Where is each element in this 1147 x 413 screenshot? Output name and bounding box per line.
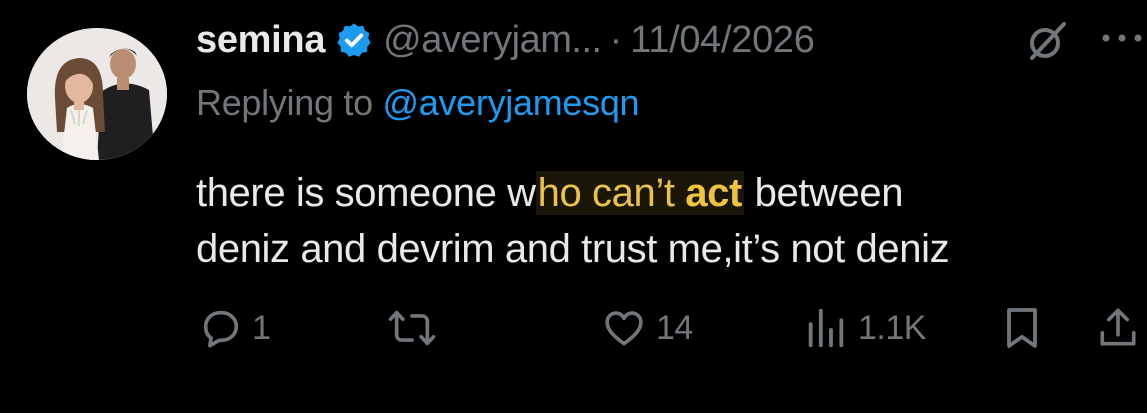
tweet-text-line2: deniz and devrim and trust me,it’s not d… bbox=[196, 227, 950, 271]
share-icon bbox=[1100, 308, 1136, 346]
tweet-text-part2: between bbox=[743, 171, 904, 215]
replying-to-mention[interactable]: @averyjamesqn bbox=[383, 82, 640, 123]
author-handle[interactable]: @averyjam... bbox=[383, 19, 602, 62]
views-button[interactable]: 1.1K bbox=[802, 300, 926, 356]
reply-icon bbox=[203, 310, 239, 348]
grok-icon[interactable] bbox=[1024, 18, 1070, 64]
views-icon bbox=[808, 308, 844, 348]
heart-icon bbox=[605, 311, 643, 346]
verified-badge-icon[interactable] bbox=[335, 21, 373, 59]
tweet-text: there is someone who can’t act between d… bbox=[196, 165, 1141, 277]
highlighted-text-b: act bbox=[685, 171, 742, 215]
tweet-header: semina @averyjam... · 11/04/2026 bbox=[196, 14, 815, 66]
replying-to: Replying to @averyjamesqn bbox=[196, 82, 640, 124]
tweet-text-part1: there is someone w bbox=[196, 171, 536, 215]
header-separator: · bbox=[609, 18, 623, 61]
tweet-timestamp[interactable]: 11/04/2026 bbox=[630, 19, 815, 62]
share-button[interactable] bbox=[1095, 300, 1141, 356]
replying-to-label: Replying to bbox=[196, 82, 373, 123]
bookmark-icon bbox=[1007, 308, 1037, 348]
highlighted-text-a: ho can’t bbox=[537, 171, 686, 215]
tweet[interactable]: semina @averyjam... · 11/04/2026 Replyin… bbox=[0, 0, 1147, 413]
views-count: 1.1K bbox=[858, 308, 926, 347]
avatar[interactable] bbox=[27, 28, 167, 160]
repost-button[interactable] bbox=[386, 300, 446, 356]
reply-button[interactable]: 1 bbox=[198, 300, 271, 356]
highlighted-text: ho can’t act bbox=[535, 171, 744, 215]
like-button[interactable]: 14 bbox=[600, 300, 693, 356]
author-display-name[interactable]: semina bbox=[196, 19, 325, 62]
more-icon[interactable] bbox=[1100, 20, 1146, 60]
reply-count: 1 bbox=[252, 308, 271, 347]
like-count: 14 bbox=[656, 308, 693, 347]
tweet-actions: 1 14 1.1K bbox=[0, 300, 1147, 360]
repost-icon bbox=[388, 310, 436, 346]
bookmark-button[interactable] bbox=[998, 300, 1046, 356]
